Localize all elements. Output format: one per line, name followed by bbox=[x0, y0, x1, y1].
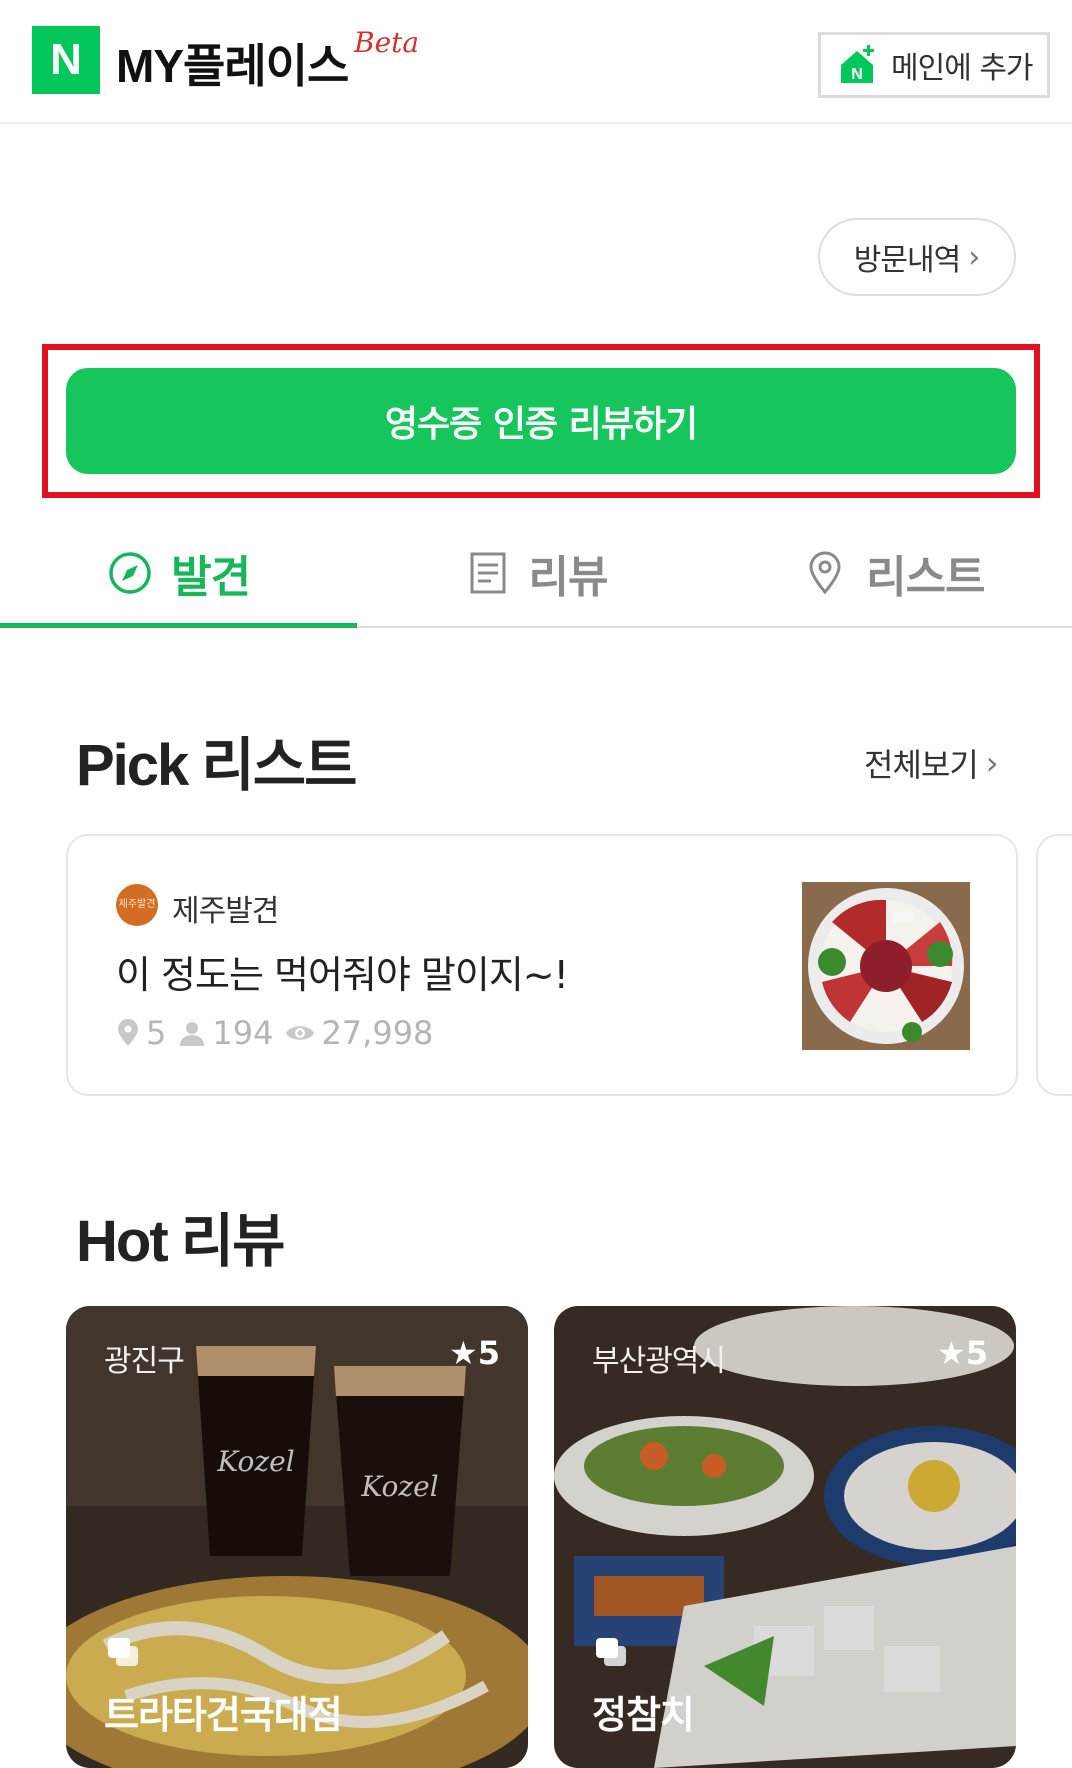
beta-badge: Beta bbox=[354, 26, 420, 59]
hot-review-region: 광진구 bbox=[104, 1344, 185, 1379]
multiple-photos-icon bbox=[596, 1638, 626, 1666]
hot-review-rating: ★5 bbox=[937, 1334, 988, 1372]
location-pin-icon bbox=[809, 551, 841, 595]
chevron-right-icon: › bbox=[968, 239, 981, 275]
hot-review-place: 트라타건국대점 bbox=[104, 1693, 343, 1737]
followers-count: 194 bbox=[212, 1014, 274, 1052]
hot-review-rating: ★5 bbox=[449, 1334, 500, 1372]
pick-card-thumbnail bbox=[802, 882, 970, 1050]
pick-list-title: Pick 리스트 bbox=[76, 733, 358, 798]
places-count: 5 bbox=[146, 1014, 167, 1052]
add-to-main-label: 메인에 추가 bbox=[891, 51, 1034, 86]
chevron-right-icon: › bbox=[985, 744, 999, 782]
hot-reviews-title: Hot 리뷰 bbox=[76, 1209, 285, 1274]
author-avatar: 제주발견 bbox=[116, 884, 158, 926]
hot-review-region: 부산광역시 bbox=[592, 1344, 726, 1379]
tab-discover-label: 발견 bbox=[171, 552, 251, 603]
naver-home-add-icon: N bbox=[837, 45, 877, 85]
author-name: 제주발견 bbox=[172, 894, 279, 929]
visit-history-label: 방문내역 bbox=[853, 243, 961, 278]
hot-review-place: 정참치 bbox=[592, 1693, 695, 1737]
svg-text:N: N bbox=[851, 66, 863, 83]
pick-card-stats: 5 194 27,998 bbox=[116, 1014, 439, 1052]
visit-history-button[interactable]: 방문내역 › bbox=[818, 218, 1016, 296]
hot-review-card[interactable]: Kozel Kozel 광진구 ★5 트라타건국대점 bbox=[66, 1306, 528, 1768]
next-pick-card-peek[interactable] bbox=[1036, 834, 1072, 1096]
tab-lists-label: 리스트 bbox=[866, 552, 985, 603]
author-avatar-text: 제주발견 bbox=[118, 899, 156, 910]
person-icon bbox=[180, 1022, 205, 1046]
app-title: MY플레이스 bbox=[116, 40, 349, 92]
add-to-main-button[interactable]: N 메인에 추가 bbox=[818, 32, 1050, 98]
see-all-label: 전체보기 bbox=[864, 746, 979, 784]
pick-list-card[interactable]: 제주발견 제주발견 이 정도는 먹어줘야 말이지~! 5 194 27,998 bbox=[66, 834, 1018, 1096]
receipt-review-button[interactable]: 영수증 인증 리뷰하기 bbox=[66, 368, 1016, 474]
hot-review-card[interactable]: 부산광역시 ★5 정참치 bbox=[554, 1306, 1016, 1768]
views-count: 27,998 bbox=[321, 1014, 434, 1052]
tab-lists[interactable]: 리스트 bbox=[715, 520, 1072, 626]
tab-reviews-label: 리뷰 bbox=[528, 552, 609, 603]
multiple-photos-icon bbox=[108, 1638, 138, 1666]
eye-icon bbox=[286, 1026, 315, 1040]
location-pin-icon bbox=[118, 1019, 138, 1046]
tab-discover[interactable]: 발견 bbox=[0, 520, 358, 628]
tab-reviews[interactable]: 리뷰 bbox=[357, 520, 714, 626]
tab-bar: 발견 리뷰 리스트 bbox=[0, 520, 1072, 628]
naver-logo[interactable]: N bbox=[32, 26, 100, 94]
compass-icon bbox=[109, 552, 151, 594]
pick-card-title: 이 정도는 먹어줘야 말이지~! bbox=[116, 953, 569, 997]
document-icon bbox=[470, 552, 505, 594]
app-header: N MY플레이스 Beta N 메인에 추가 bbox=[0, 0, 1072, 124]
see-all-link[interactable]: 전체보기 › bbox=[864, 740, 999, 786]
